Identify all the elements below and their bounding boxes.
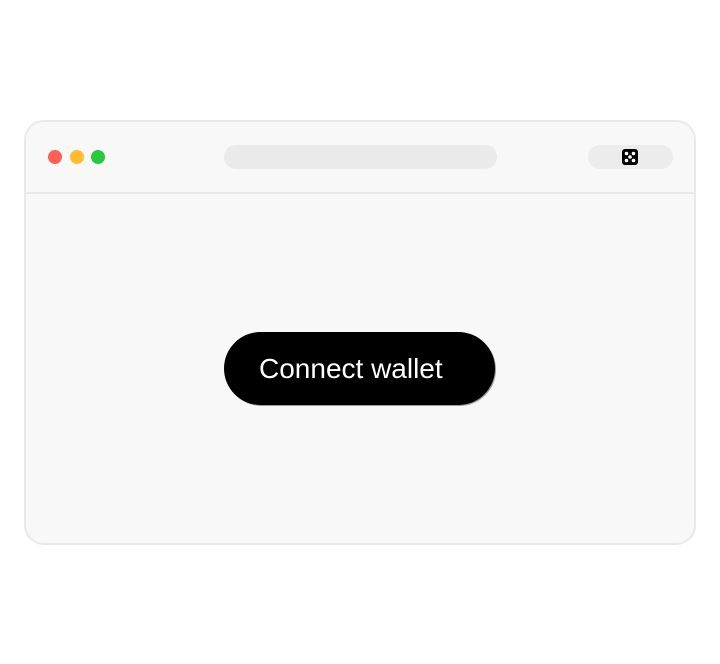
window-titlebar bbox=[26, 122, 694, 194]
page-content: Connect wallet bbox=[26, 194, 694, 543]
address-bar[interactable] bbox=[224, 145, 497, 169]
close-window-button[interactable] bbox=[48, 150, 62, 164]
connect-wallet-button[interactable]: Connect wallet bbox=[224, 332, 495, 405]
dice-icon bbox=[622, 149, 638, 165]
extension-button[interactable] bbox=[588, 145, 673, 169]
minimize-window-button[interactable] bbox=[70, 150, 84, 164]
browser-window: Connect wallet bbox=[24, 120, 696, 545]
zoom-window-button[interactable] bbox=[91, 150, 105, 164]
